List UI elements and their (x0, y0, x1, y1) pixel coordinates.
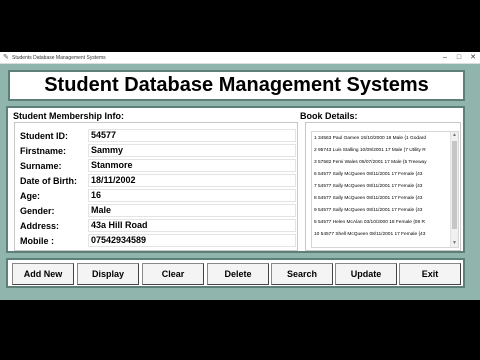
button-bar: Add New Display Clear Delete Search Upda… (6, 258, 465, 288)
list-item[interactable]: 5 54577 Helen McAlan 03/10/2000 18 Femal… (314, 218, 448, 228)
main-panel: Student Membership Info: Book Details: S… (6, 106, 465, 253)
app-window: ✎ Students Database Management Systems –… (0, 52, 480, 300)
list-item[interactable]: 1 34563 Paul Oamen 15/10/2000 18 Male {1… (314, 134, 448, 144)
delete-button[interactable]: Delete (207, 263, 269, 285)
mobile-label: Mobile : (20, 236, 54, 246)
list-item[interactable]: 7 54577 Sally McQueen 08/11/2001 17 Fema… (314, 182, 448, 192)
dob-label: Date of Birth: (20, 176, 77, 186)
membership-form: Student ID: 54577 Firstname: Sammy Surna… (14, 122, 298, 251)
book-section-title: Book Details: (300, 111, 358, 121)
clear-button[interactable]: Clear (142, 263, 204, 285)
book-details-panel: 1 34563 Paul Oamen 15/10/2000 18 Male {1… (305, 122, 461, 251)
firstname-label: Firstname: (20, 146, 67, 156)
list-scrollbar[interactable]: ▲ ▼ (450, 132, 458, 247)
add-new-button[interactable]: Add New (12, 263, 74, 285)
gender-field[interactable]: Male (88, 204, 296, 217)
update-button[interactable]: Update (335, 263, 397, 285)
list-item[interactable]: 3 57582 Femi Wales 05/07/2001 17 Male {5… (314, 158, 448, 168)
search-button[interactable]: Search (271, 263, 333, 285)
surname-label: Surname: (20, 161, 62, 171)
scroll-thumb[interactable] (452, 141, 457, 229)
header-banner: Student Database Management Systems (8, 70, 465, 101)
scroll-up-icon[interactable]: ▲ (451, 132, 458, 139)
address-label: Address: (20, 221, 60, 231)
title-bar: ✎ Students Database Management Systems –… (0, 52, 480, 64)
window-title: Students Database Management Systems (12, 55, 106, 61)
list-item[interactable]: 10 54577 Shell McQueen 08/11/2001 17 Fem… (314, 230, 448, 240)
age-label: Age: (20, 191, 40, 201)
close-button[interactable]: ✕ (466, 52, 480, 64)
surname-field[interactable]: Stanmore (88, 159, 296, 172)
membership-section-title: Student Membership Info: (13, 111, 124, 121)
book-listbox[interactable]: 1 34563 Paul Oamen 15/10/2000 18 Male {1… (311, 131, 459, 248)
list-item[interactable]: 6 54577 Sally McQueen 08/11/2001 17 Fema… (314, 170, 448, 180)
list-item[interactable]: 2 95743 Luis Stalling 10/09/2001 17 Male… (314, 146, 448, 156)
minimize-button[interactable]: – (438, 52, 452, 64)
display-button[interactable]: Display (77, 263, 139, 285)
student-id-label: Student ID: (20, 131, 68, 141)
list-item[interactable]: 8 54577 Sally McQueen 08/11/2001 17 Fema… (314, 194, 448, 204)
firstname-field[interactable]: Sammy (88, 144, 296, 157)
student-id-field[interactable]: 54577 (88, 129, 296, 142)
exit-button[interactable]: Exit (399, 263, 461, 285)
gender-label: Gender: (20, 206, 55, 216)
age-field[interactable]: 16 (88, 189, 296, 202)
page-title: Student Database Management Systems (44, 74, 429, 96)
mobile-field[interactable]: 07542934589 (88, 234, 296, 247)
dob-field[interactable]: 18/11/2002 (88, 174, 296, 187)
list-item[interactable]: 9 54577 Sally McQueen 08/11/2001 17 Fema… (314, 206, 448, 216)
feather-icon: ✎ (3, 54, 9, 61)
maximize-button[interactable]: □ (452, 52, 466, 64)
scroll-down-icon[interactable]: ▼ (451, 240, 458, 247)
address-field[interactable]: 43a Hill Road (88, 219, 296, 232)
